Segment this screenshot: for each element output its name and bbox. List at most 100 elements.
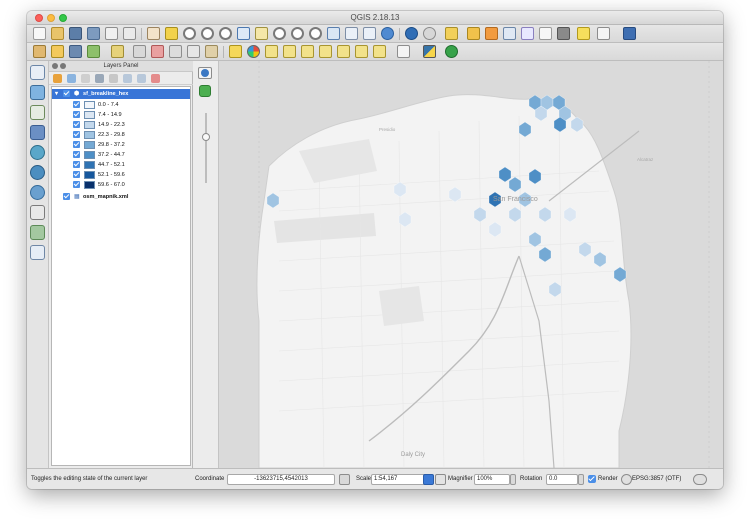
remove-layer-icon[interactable]: [151, 74, 160, 83]
rotation-field[interactable]: 0.0: [546, 474, 578, 485]
move-label-icon[interactable]: [301, 45, 314, 58]
help-icon[interactable]: [597, 27, 610, 40]
label-history-icon[interactable]: [373, 45, 386, 58]
new-print-composer-icon[interactable]: [105, 27, 118, 40]
csw-icon[interactable]: [397, 45, 410, 58]
legend-class-row[interactable]: 14.9 - 22.3: [52, 120, 190, 130]
add-wfs-layer-icon[interactable]: [30, 185, 45, 200]
zoom-native-icon[interactable]: [219, 27, 232, 40]
change-label-icon[interactable]: [337, 45, 350, 58]
zoom-to-selection-icon[interactable]: [255, 27, 268, 40]
cut-features-icon[interactable]: [169, 45, 182, 58]
theme-dropdown-button[interactable]: [198, 67, 212, 79]
open-project-icon[interactable]: [51, 27, 64, 40]
legend-class-checkbox[interactable]: [73, 181, 80, 188]
layer-visibility-checkbox[interactable]: [63, 90, 70, 97]
magnifier-stepper[interactable]: [510, 474, 516, 485]
new-map-view-icon[interactable]: [327, 27, 340, 40]
map-canvas[interactable]: San Francisco Daly City Alcatraz Presidi…: [219, 61, 723, 468]
statistics-icon[interactable]: [485, 27, 498, 40]
add-wcs-layer-icon[interactable]: [30, 165, 45, 180]
rotate-label-icon[interactable]: [319, 45, 332, 58]
legend-class-checkbox[interactable]: [73, 161, 80, 168]
add-raster-layer-icon[interactable]: [30, 85, 45, 100]
legend-class-checkbox[interactable]: [73, 121, 80, 128]
filter-legend-icon[interactable]: [95, 74, 104, 83]
legend-class-checkbox[interactable]: [73, 171, 80, 178]
add-vector-layer-icon[interactable]: [30, 65, 45, 80]
render-checkbox[interactable]: [588, 475, 596, 483]
comment-icon[interactable]: [557, 27, 570, 40]
add-delimited-text-icon[interactable]: [30, 205, 45, 220]
scale-dropdown-icon[interactable]: [423, 474, 434, 485]
pin-labels-icon[interactable]: [265, 45, 278, 58]
legend-class-checkbox[interactable]: [73, 141, 80, 148]
zoom-in-icon[interactable]: [183, 27, 196, 40]
crs-globe-icon[interactable]: [621, 474, 632, 485]
paste-features-icon[interactable]: [205, 45, 218, 58]
measure-icon[interactable]: [445, 27, 458, 40]
python-console-icon[interactable]: [423, 45, 436, 58]
legend-class-row[interactable]: 52.1 - 59.6: [52, 170, 190, 180]
zoom-to-layer-icon[interactable]: [273, 27, 286, 40]
zoom-slider-handle[interactable]: [202, 133, 210, 141]
open-attribute-table-icon[interactable]: [467, 27, 480, 40]
collapse-all-icon[interactable]: [137, 74, 146, 83]
toggle-editing-icon[interactable]: [51, 45, 64, 58]
expand-arrow-icon[interactable]: ▾: [55, 89, 58, 99]
manage-visibility-icon[interactable]: [81, 74, 90, 83]
zoom-last-icon[interactable]: [291, 27, 304, 40]
legend-class-row[interactable]: 44.7 - 52.1: [52, 160, 190, 170]
add-virtual-layer-icon[interactable]: [30, 225, 45, 240]
legend-class-checkbox[interactable]: [73, 111, 80, 118]
magnifier-field[interactable]: 100%: [474, 474, 510, 485]
layer-visibility-checkbox[interactable]: [63, 193, 70, 200]
move-feature-icon[interactable]: [111, 45, 124, 58]
new-shapefile-layer-icon[interactable]: [30, 245, 45, 260]
add-postgis-layer-icon[interactable]: [30, 125, 45, 140]
show-hide-labels-icon[interactable]: [283, 45, 296, 58]
legend-class-row[interactable]: 0.0 - 7.4: [52, 100, 190, 110]
select-icon[interactable]: [423, 27, 436, 40]
bookmark-icon[interactable]: [345, 27, 358, 40]
pan-to-selection-icon[interactable]: [165, 27, 178, 40]
panel-close-icon[interactable]: [52, 63, 58, 69]
identify-icon[interactable]: [405, 27, 418, 40]
legend-class-row[interactable]: 29.8 - 37.2: [52, 140, 190, 150]
show-bookmarks-icon[interactable]: [363, 27, 376, 40]
save-as-icon[interactable]: [87, 27, 100, 40]
coordinate-field[interactable]: -13623715,4542013: [227, 474, 335, 485]
composer-manager-icon[interactable]: [123, 27, 136, 40]
style-manager-icon[interactable]: [53, 74, 62, 83]
filter-expression-icon[interactable]: [109, 74, 118, 83]
panel-float-icon[interactable]: [60, 63, 66, 69]
add-spatialite-layer-icon[interactable]: [30, 105, 45, 120]
add-feature-icon[interactable]: [87, 45, 100, 58]
save-edits-icon[interactable]: [69, 45, 82, 58]
layer-row-osm-mapnik[interactable]: ▦ osm_mapnik.xml: [52, 192, 190, 202]
copy-features-icon[interactable]: [187, 45, 200, 58]
zoom-full-icon[interactable]: [237, 27, 250, 40]
refresh-icon[interactable]: [381, 27, 394, 40]
legend-class-checkbox[interactable]: [73, 151, 80, 158]
legend-class-row[interactable]: 22.3 - 29.8: [52, 130, 190, 140]
add-wms-layer-icon[interactable]: [30, 145, 45, 160]
legend-class-row[interactable]: 59.6 - 67.0: [52, 180, 190, 190]
text-annotation-icon[interactable]: [577, 27, 590, 40]
crs-label[interactable]: EPSG:3857 (OTF): [632, 476, 681, 482]
legend-class-row[interactable]: 37.2 - 44.7: [52, 150, 190, 160]
zoom-next-icon[interactable]: [309, 27, 322, 40]
rotation-stepper[interactable]: [578, 474, 584, 485]
extents-toggle-icon[interactable]: [339, 474, 350, 485]
lock-scale-icon[interactable]: [435, 474, 446, 485]
save-project-icon[interactable]: [69, 27, 82, 40]
layer-labeling-icon[interactable]: [247, 45, 260, 58]
whats-this-icon[interactable]: [623, 27, 636, 40]
plugin-icon[interactable]: [445, 45, 458, 58]
field-calculator-icon[interactable]: [503, 27, 516, 40]
label-tool-icon[interactable]: [229, 45, 242, 58]
sum-icon[interactable]: [521, 27, 534, 40]
map-tips-icon[interactable]: [539, 27, 552, 40]
messages-icon[interactable]: [693, 474, 707, 485]
new-project-icon[interactable]: [33, 27, 46, 40]
